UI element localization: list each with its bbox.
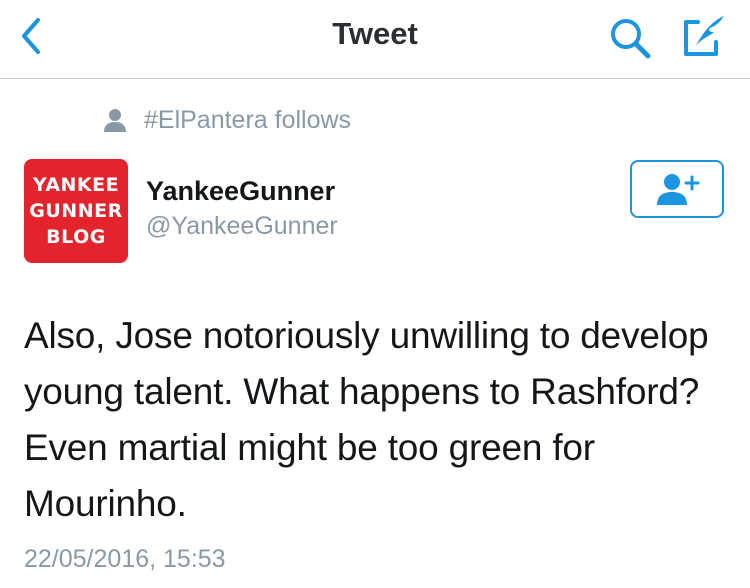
compose-icon: [684, 16, 724, 56]
avatar-line-3: BLOG: [46, 226, 106, 248]
add-user-icon: [657, 174, 700, 205]
follow-button[interactable]: [630, 160, 724, 218]
navigation-bar: Tweet: [0, 0, 750, 79]
user-handle[interactable]: @YankeeGunner: [146, 212, 338, 241]
compose-button[interactable]: [680, 12, 730, 60]
person-icon: [104, 109, 126, 132]
avatar[interactable]: YANKEE GUNNER BLOG: [24, 159, 128, 263]
display-name[interactable]: YankeeGunner: [146, 176, 335, 207]
tweet-text: Also, Jose notoriously unwilling to deve…: [24, 315, 709, 524]
search-icon: [611, 19, 651, 59]
tweet-timestamp: 22/05/2016, 15:53: [24, 545, 226, 573]
search-button[interactable]: [606, 14, 656, 60]
avatar-line-1: YANKEE: [32, 174, 120, 196]
social-context: #ElPantera follows: [102, 103, 351, 137]
avatar-line-2: GUNNER: [29, 200, 123, 222]
social-context-text: #ElPantera follows: [144, 105, 352, 134]
